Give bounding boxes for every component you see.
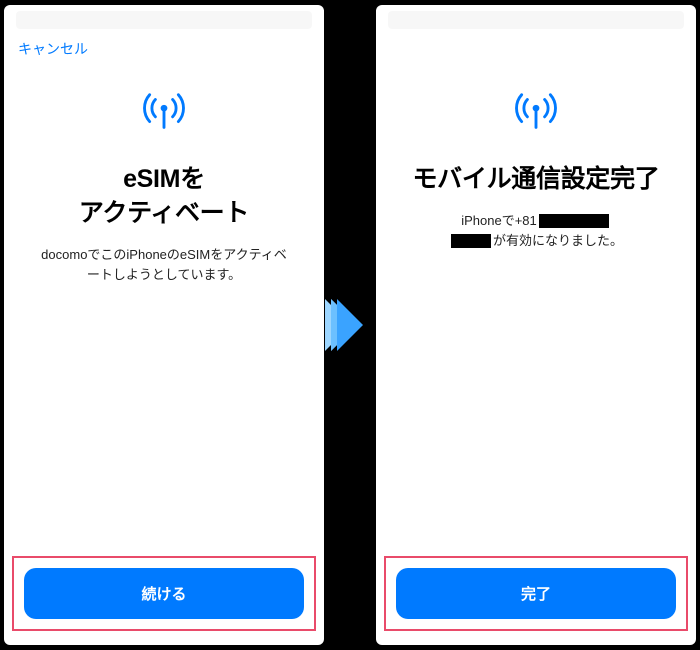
nav-bar: キャンセル: [4, 29, 324, 59]
next-step-arrow-icon: [337, 299, 363, 351]
button-highlight-box: 完了: [384, 556, 688, 631]
content-area: eSIMを アクティベート docomoでこのiPhoneのeSIMをアクティベ…: [4, 59, 324, 556]
page-subtitle: iPhoneで+81 が有効になりました。: [439, 211, 633, 251]
cancel-button[interactable]: キャンセル: [18, 41, 88, 57]
button-highlight-box: 続ける: [12, 556, 316, 631]
page-subtitle: docomoでこのiPhoneのeSIMをアクティベートしようとしています。: [28, 245, 300, 285]
page-title: モバイル通信設定完了: [412, 163, 659, 197]
cellular-signal-icon: [513, 89, 559, 135]
nav-bar: [376, 29, 696, 59]
cellular-signal-icon: [141, 89, 187, 135]
subtitle-prefix: iPhoneで+81: [461, 213, 537, 228]
continue-button[interactable]: 続ける: [24, 568, 304, 619]
page-title: eSIMを アクティベート: [79, 163, 249, 231]
screen-activate-esim: キャンセル eSIMを アクティベート docomoでこのiPhoneのeSIM…: [4, 5, 324, 645]
redacted-phone-part-2: [451, 234, 491, 248]
status-bar-stub: [388, 11, 684, 29]
screen-setup-complete: モバイル通信設定完了 iPhoneで+81 が有効になりました。 完了: [376, 5, 696, 645]
done-button[interactable]: 完了: [396, 568, 676, 619]
subtitle-suffix: が有効になりました。: [493, 233, 623, 248]
content-area: モバイル通信設定完了 iPhoneで+81 が有効になりました。: [376, 59, 696, 556]
redacted-phone-part-1: [539, 214, 609, 228]
status-bar-stub: [16, 11, 312, 29]
